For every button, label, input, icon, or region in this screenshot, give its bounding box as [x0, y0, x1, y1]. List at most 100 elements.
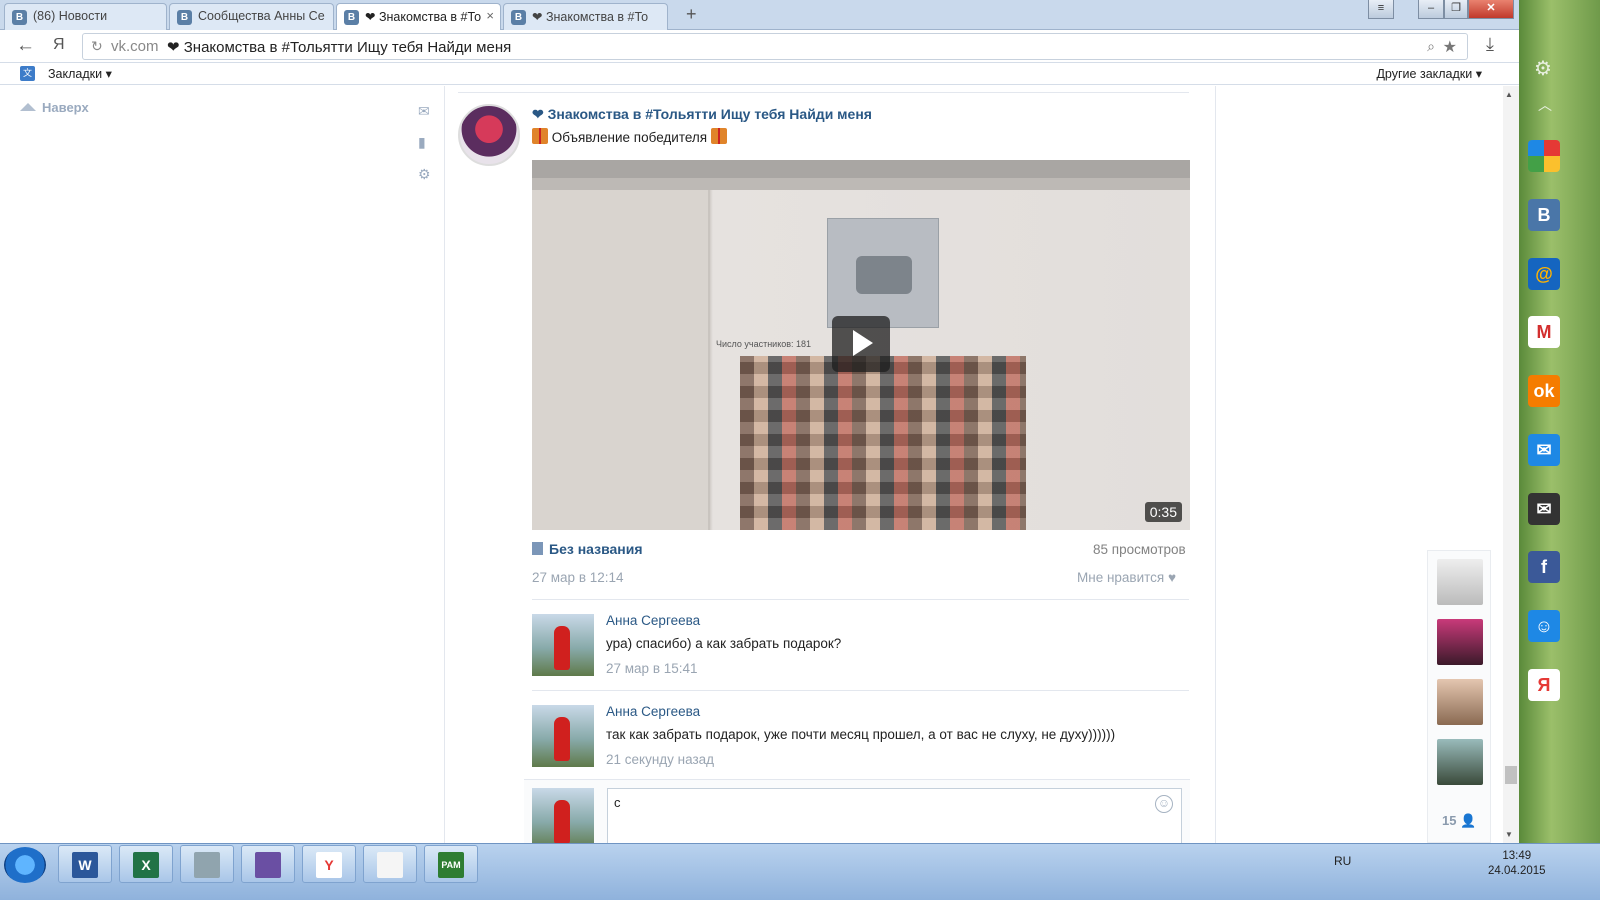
media-player-icon — [255, 852, 281, 878]
like-label: Мне нравится — [1077, 570, 1165, 585]
vk-icon[interactable]: B — [1528, 199, 1560, 231]
new-tab-button[interactable]: + — [686, 4, 697, 25]
back-arrow-icon[interactable]: ← — [16, 35, 35, 57]
friend-avatar[interactable] — [1437, 559, 1483, 605]
scroll-up-icon[interactable]: ▲ — [1505, 90, 1513, 99]
participants-photo-grid — [740, 356, 1026, 530]
excel-icon: X — [133, 852, 159, 878]
page-scrollbar[interactable] — [1503, 86, 1519, 843]
moi-mir-icon[interactable]: ☺ — [1528, 610, 1560, 642]
zoom-icon[interactable]: ⌕ — [1427, 38, 1435, 55]
download-icon[interactable]: ⤓ — [1486, 34, 1494, 55]
odnoklassniki-icon[interactable]: ok — [1528, 375, 1560, 407]
friend-avatar[interactable] — [1437, 619, 1483, 665]
yandex-icon[interactable]: Я — [53, 36, 65, 54]
scrollbar-thumb[interactable] — [1505, 766, 1517, 784]
video-browser-toolbar — [532, 160, 1190, 178]
bookmarks-menu[interactable]: Закладки ▾ — [48, 66, 112, 81]
video-player[interactable]: Число участников: 181 0:35 — [532, 160, 1190, 530]
comment-avatar[interactable] — [532, 614, 594, 676]
url-bar[interactable]: ↻ vk.com ❤ Знакомства в #Тольятти Ищу те… — [82, 33, 1468, 60]
browser-tab-communities[interactable]: B Сообщества Анны Се — [169, 3, 334, 30]
vk-page: Наверх ✉ ▮ ⚙ ❤ Знакомства в #Тольятти Ищ… — [0, 86, 1519, 843]
taskbar-pam[interactable]: PAM — [424, 845, 478, 883]
close-window-icon[interactable]: ✕ — [1468, 0, 1514, 19]
mailru-icon[interactable]: @ — [1528, 258, 1560, 290]
reply-input[interactable]: с ☺ — [607, 788, 1182, 843]
notepad-icon — [377, 852, 403, 878]
taskbar-word[interactable]: W — [58, 845, 112, 883]
video-browser-tabs — [532, 178, 1190, 190]
taskbar-notepad[interactable] — [363, 845, 417, 883]
gmail-icon[interactable]: M — [1528, 316, 1560, 348]
panel-up-icon[interactable]: ︿ — [1538, 95, 1552, 115]
language-indicator[interactable]: RU — [1334, 854, 1351, 868]
bookmarks-bar: 文 Закладки ▾ Другие закладки ▾ — [0, 63, 1550, 85]
taskbar-excel[interactable]: X — [119, 845, 173, 883]
friend-avatar[interactable] — [1437, 739, 1483, 785]
mail-client-icon[interactable]: ✉ — [1528, 434, 1560, 466]
participants-count: Число участников: 181 — [716, 339, 812, 349]
friend-avatar[interactable] — [1437, 679, 1483, 725]
taskbar-calculator[interactable] — [180, 845, 234, 883]
tab-label: Сообщества Анны Се — [198, 9, 325, 23]
word-icon: W — [72, 852, 98, 878]
taskbar-yandex[interactable]: Y — [302, 845, 356, 883]
system-clock[interactable]: 13:49 24.04.2015 — [1488, 849, 1546, 879]
settings-gear-icon[interactable]: ⚙ — [418, 166, 431, 183]
my-avatar — [532, 788, 594, 843]
menu-icon[interactable]: ≡ — [1368, 0, 1394, 19]
divider — [532, 599, 1189, 600]
back-to-top-link[interactable]: Наверх — [20, 100, 89, 115]
heart-icon: ♥ — [1168, 570, 1177, 585]
taskbar-media[interactable] — [241, 845, 295, 883]
comment-author[interactable]: Анна Сергеева — [606, 704, 700, 719]
chat-icon[interactable]: ▮ — [418, 134, 426, 151]
picasa-icon[interactable] — [1528, 140, 1560, 172]
minimize-icon[interactable]: – — [1418, 0, 1444, 19]
play-button-icon[interactable] — [832, 316, 890, 372]
close-tab-icon[interactable]: × — [486, 8, 494, 23]
group-avatar[interactable] — [458, 104, 520, 166]
reload-icon[interactable]: ↻ — [91, 38, 103, 55]
group-title-link[interactable]: ❤ Знакомства в #Тольятти Ищу тебя Найди … — [532, 106, 872, 123]
post-text: Объявление победителя — [532, 128, 727, 145]
comment-time[interactable]: 21 секунду назад — [606, 752, 714, 767]
translate-icon[interactable]: 文 — [20, 66, 35, 81]
scroll-down-icon[interactable]: ▼ — [1505, 830, 1513, 839]
bookmark-star-icon[interactable]: ★ — [1443, 37, 1457, 57]
video-duration: 0:35 — [1144, 502, 1182, 522]
browser-tab-news[interactable]: B (86) Новости — [4, 3, 167, 30]
url-domain: vk.com — [111, 38, 159, 55]
browser-tab-dating[interactable]: B ❤ Знакомства в #То — [503, 3, 668, 30]
left-column: Наверх — [0, 86, 445, 843]
video-views: 85 просмотров — [1093, 542, 1186, 557]
comment-avatar[interactable] — [532, 705, 594, 767]
url-title: ❤ Знакомства в #Тольятти Ищу тебя Найди … — [167, 39, 512, 56]
gift-icon — [710, 128, 727, 144]
yandex-browser-icon: Y — [316, 852, 342, 878]
inbox-icon[interactable]: ✉ — [1528, 493, 1560, 525]
browser-tab-active[interactable]: B ❤ Знакомства в #То × — [336, 3, 501, 30]
post-subtitle: Объявление победителя — [551, 130, 708, 145]
back-to-top-label: Наверх — [42, 100, 89, 115]
comment-time[interactable]: 27 мар в 15:41 — [606, 661, 698, 676]
film-icon — [532, 542, 543, 555]
yandex-side-panel: ⚙ ︿ B @ M ok ✉ ✉ f ☺ Я — [1519, 0, 1600, 843]
facebook-icon[interactable]: f — [1528, 551, 1560, 583]
video-title-link[interactable]: Без названия — [532, 541, 643, 557]
start-button[interactable] — [4, 847, 46, 883]
friends-count[interactable]: 15 👤 — [1442, 813, 1476, 829]
post-date[interactable]: 27 мар в 12:14 — [532, 570, 624, 585]
browser-tab-bar: B (86) Новости B Сообщества Анны Се B ❤ … — [0, 0, 1550, 30]
maximize-icon[interactable]: ❐ — [1444, 0, 1468, 19]
emoji-icon[interactable]: ☺ — [1155, 795, 1173, 813]
other-bookmarks-menu[interactable]: Другие закладки ▾ — [1376, 66, 1482, 81]
mail-icon[interactable]: ✉ — [418, 103, 430, 120]
panel-settings-icon[interactable]: ⚙ — [1534, 56, 1552, 81]
friends-count-value: 15 — [1442, 813, 1457, 828]
like-button[interactable]: Мне нравится ♥ — [1077, 570, 1176, 585]
vk-favicon-icon: B — [511, 10, 526, 25]
yandex-mail-icon[interactable]: Я — [1528, 669, 1560, 701]
comment-author[interactable]: Анна Сергеева — [606, 613, 700, 628]
